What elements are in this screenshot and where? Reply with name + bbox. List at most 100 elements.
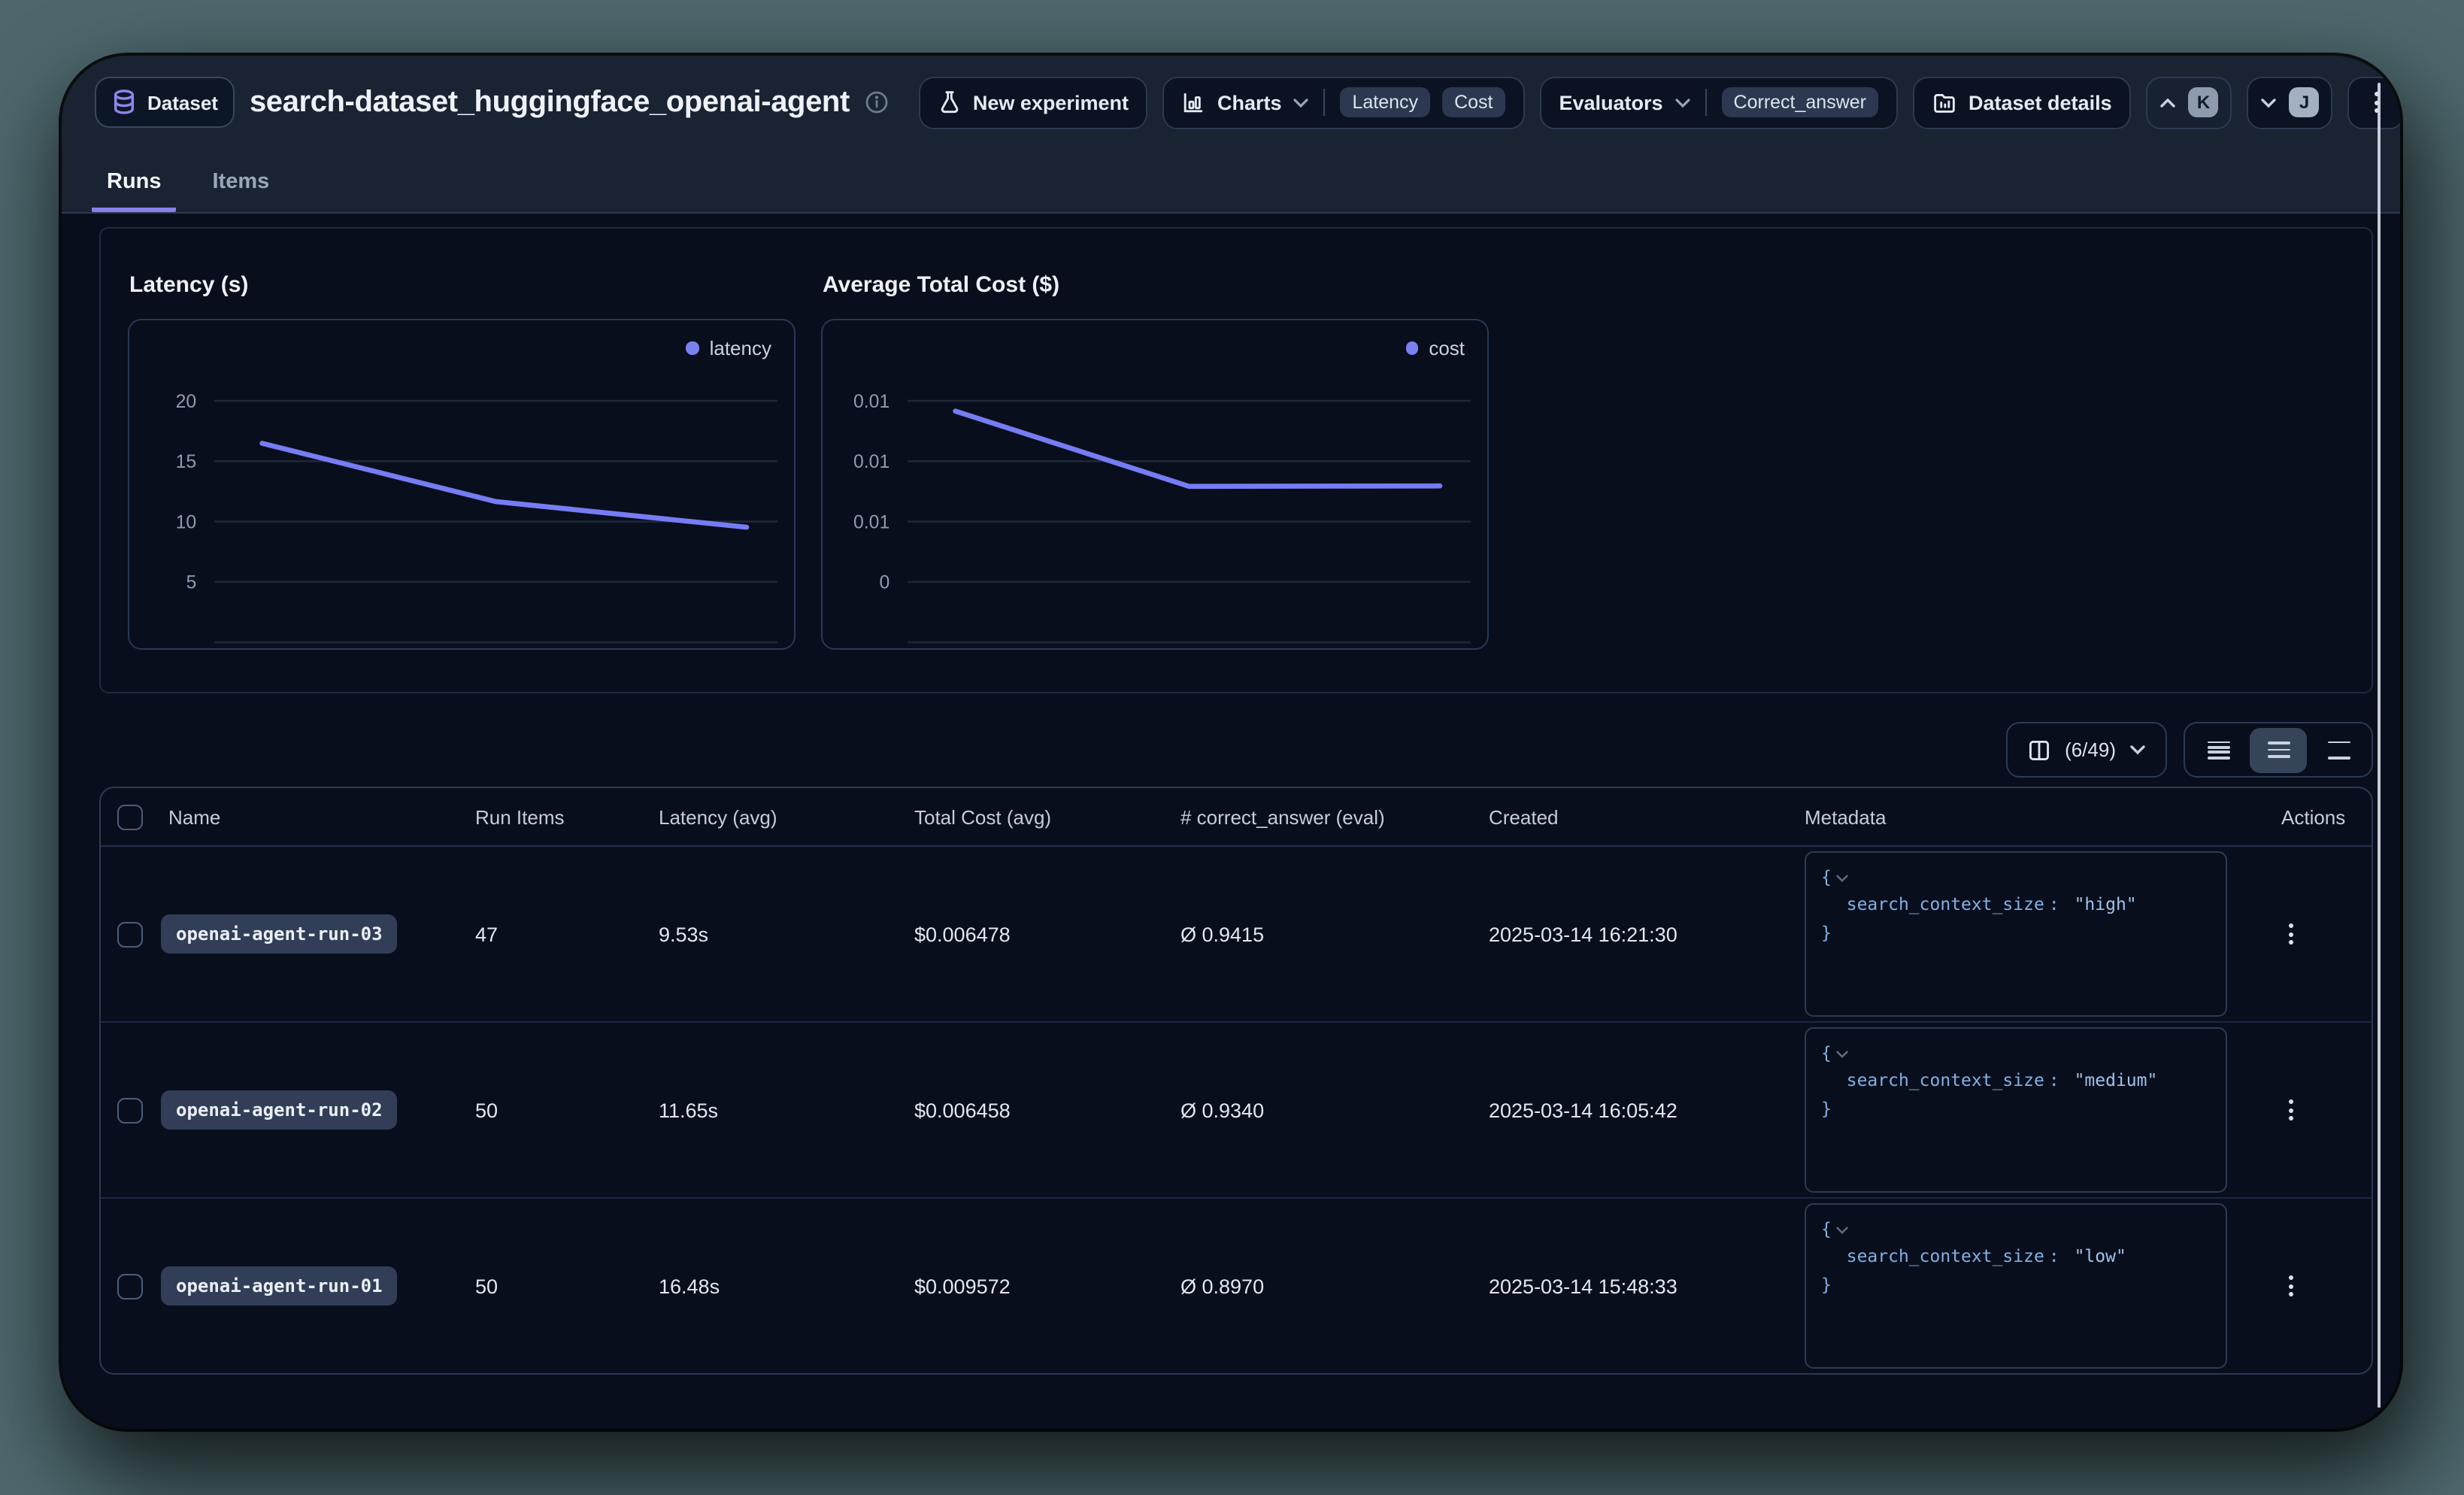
actions-cell xyxy=(2247,1099,2372,1120)
correct-answer-cell: Ø 0.9340 xyxy=(1180,1099,1489,1121)
latency-chart-legend: latency xyxy=(686,337,771,359)
cost-chart-legend: cost xyxy=(1405,337,1465,359)
tab-items[interactable]: Items xyxy=(198,170,285,212)
page-title: search-dataset_huggingface_openai-agent xyxy=(250,85,850,120)
column-header-total-cost[interactable]: Total Cost (avg) xyxy=(914,805,1180,828)
evaluators-pill-correct-answer[interactable]: Correct_answer xyxy=(1722,87,1878,117)
row-height-tall[interactable] xyxy=(2310,727,2367,772)
tab-runs[interactable]: Runs xyxy=(92,170,177,212)
folder-chart-icon xyxy=(1932,91,1956,114)
svg-text:15: 15 xyxy=(176,452,197,472)
row-checkbox[interactable] xyxy=(117,1273,143,1299)
database-icon xyxy=(111,89,137,116)
latency-chart-block: Latency (s) 2015105 latency xyxy=(128,229,796,650)
chevron-down-icon xyxy=(2129,744,2146,755)
charts-label: Charts xyxy=(1217,91,1282,114)
metadata-close-brace: } xyxy=(1821,919,2211,947)
row-height-medium[interactable] xyxy=(2250,727,2307,772)
main-content: Latency (s) 2015105 latency Average Tota… xyxy=(62,214,2400,1375)
column-visibility-button[interactable]: (6/49) xyxy=(2006,722,2167,778)
rows-dense-icon xyxy=(2207,741,2229,759)
run-items-cell: 47 xyxy=(475,923,659,945)
cost-chart-title: Average Total Cost ($) xyxy=(823,272,1489,298)
row-checkbox[interactable] xyxy=(117,1097,143,1123)
compare-down-button[interactable]: J xyxy=(2247,76,2333,129)
flask-icon xyxy=(938,90,961,114)
metadata-close-brace: } xyxy=(1821,1095,2211,1123)
metadata-json-box: { search_context_size: "high" } xyxy=(1805,851,2227,1017)
row-checkbox-cell xyxy=(101,921,155,947)
row-checkbox-cell xyxy=(101,1097,155,1123)
table-row[interactable]: openai-agent-run-01 50 16.48s $0.009572 … xyxy=(101,1199,2372,1373)
column-header-correct-answer[interactable]: # correct_answer (eval) xyxy=(1180,805,1489,828)
evaluators-button[interactable]: Evaluators Correct_answer xyxy=(1539,76,1898,129)
row-height-compact[interactable] xyxy=(2190,727,2247,772)
row-checkbox[interactable] xyxy=(117,921,143,947)
compare-up-button[interactable]: K xyxy=(2147,76,2232,129)
new-experiment-button[interactable]: New experiment xyxy=(919,76,1148,129)
charts-button[interactable]: Charts Latency Cost xyxy=(1163,76,1525,129)
svg-text:10: 10 xyxy=(176,512,197,532)
run-name-badge[interactable]: openai-agent-run-02 xyxy=(161,1090,398,1130)
total-cost-cell: $0.006478 xyxy=(914,923,1180,945)
title-bar: Dataset search-dataset_huggingface_opena… xyxy=(95,75,2373,129)
created-cell: 2025-03-14 16:05:42 xyxy=(1489,1099,1805,1121)
info-icon[interactable] xyxy=(865,90,889,114)
row-kebab-menu-button[interactable] xyxy=(2289,1099,2293,1120)
charts-panel: Latency (s) 2015105 latency Average Tota… xyxy=(99,227,2373,693)
latency-chart-plot: 2015105 xyxy=(129,320,794,648)
column-count-label: (6/49) xyxy=(2065,738,2116,761)
row-kebab-menu-button[interactable] xyxy=(2289,1275,2293,1296)
table-header-row: Name Run Items Latency (avg) Total Cost … xyxy=(101,788,2372,847)
divider xyxy=(1705,89,1707,116)
actions-cell xyxy=(2247,1275,2372,1296)
avatar-k: K xyxy=(2189,87,2219,117)
created-cell: 2025-03-14 16:21:30 xyxy=(1489,923,1805,945)
metadata-kv-line: search_context_size: "low" xyxy=(1821,1243,2211,1271)
collapse-chevron-icon[interactable] xyxy=(1836,1050,1848,1059)
latency-cell: 9.53s xyxy=(659,923,914,945)
chevron-down-icon xyxy=(1675,97,1690,108)
table-row[interactable]: openai-agent-run-02 50 11.65s $0.006458 … xyxy=(101,1023,2372,1199)
run-name-badge[interactable]: openai-agent-run-01 xyxy=(161,1266,398,1305)
row-kebab-menu-button[interactable] xyxy=(2289,923,2293,945)
kebab-icon xyxy=(2289,923,2293,945)
column-header-actions: Actions xyxy=(2247,805,2372,828)
select-all-checkbox[interactable] xyxy=(117,804,143,829)
dataset-badge: Dataset xyxy=(95,77,235,128)
vertical-scrollbar[interactable] xyxy=(2378,83,2381,1408)
metadata-cell: { search_context_size: "low" } xyxy=(1805,1203,2247,1369)
dataset-details-button[interactable]: Dataset details xyxy=(1913,76,2132,129)
cost-chart-card: 0.010.010.010 cost xyxy=(821,319,1489,650)
charts-pill-latency[interactable]: Latency xyxy=(1341,87,1431,117)
svg-text:0.01: 0.01 xyxy=(853,392,890,412)
legend-dot-icon xyxy=(1405,342,1418,355)
charts-row: Latency (s) 2015105 latency Average Tota… xyxy=(128,229,2344,650)
column-header-metadata[interactable]: Metadata xyxy=(1805,805,2247,828)
tab-bar: Runs Items xyxy=(92,170,2373,212)
table-row[interactable]: openai-agent-run-03 47 9.53s $0.006478 Ø… xyxy=(101,847,2372,1023)
metadata-open-brace: { xyxy=(1821,863,2211,891)
app: Dataset search-dataset_huggingface_opena… xyxy=(0,0,2464,1495)
metadata-open-brace: { xyxy=(1821,1039,2211,1067)
run-name-badge[interactable]: openai-agent-run-03 xyxy=(161,914,398,954)
collapse-chevron-icon[interactable] xyxy=(1836,874,1848,883)
column-header-name[interactable]: Name xyxy=(155,805,475,828)
runs-table: Name Run Items Latency (avg) Total Cost … xyxy=(99,787,2373,1375)
column-header-created[interactable]: Created xyxy=(1489,805,1805,828)
row-height-toggle xyxy=(2184,722,2373,778)
bar-chart-icon xyxy=(1183,91,1205,114)
column-header-latency[interactable]: Latency (avg) xyxy=(659,805,914,828)
metadata-json-box: { search_context_size: "low" } xyxy=(1805,1203,2227,1369)
metadata-kv-line: search_context_size: "high" xyxy=(1821,891,2211,919)
divider xyxy=(1324,89,1326,116)
kebab-icon xyxy=(2289,1099,2293,1120)
column-header-run-items[interactable]: Run Items xyxy=(475,805,659,828)
correct-answer-cell: Ø 0.9415 xyxy=(1180,923,1489,945)
svg-text:0.01: 0.01 xyxy=(853,452,890,472)
avatar-j: J xyxy=(2290,87,2320,117)
collapse-chevron-icon[interactable] xyxy=(1836,1226,1848,1235)
evaluators-label: Evaluators xyxy=(1559,91,1662,114)
header-kebab-menu-button[interactable] xyxy=(2348,76,2400,129)
charts-pill-cost[interactable]: Cost xyxy=(1442,87,1505,117)
